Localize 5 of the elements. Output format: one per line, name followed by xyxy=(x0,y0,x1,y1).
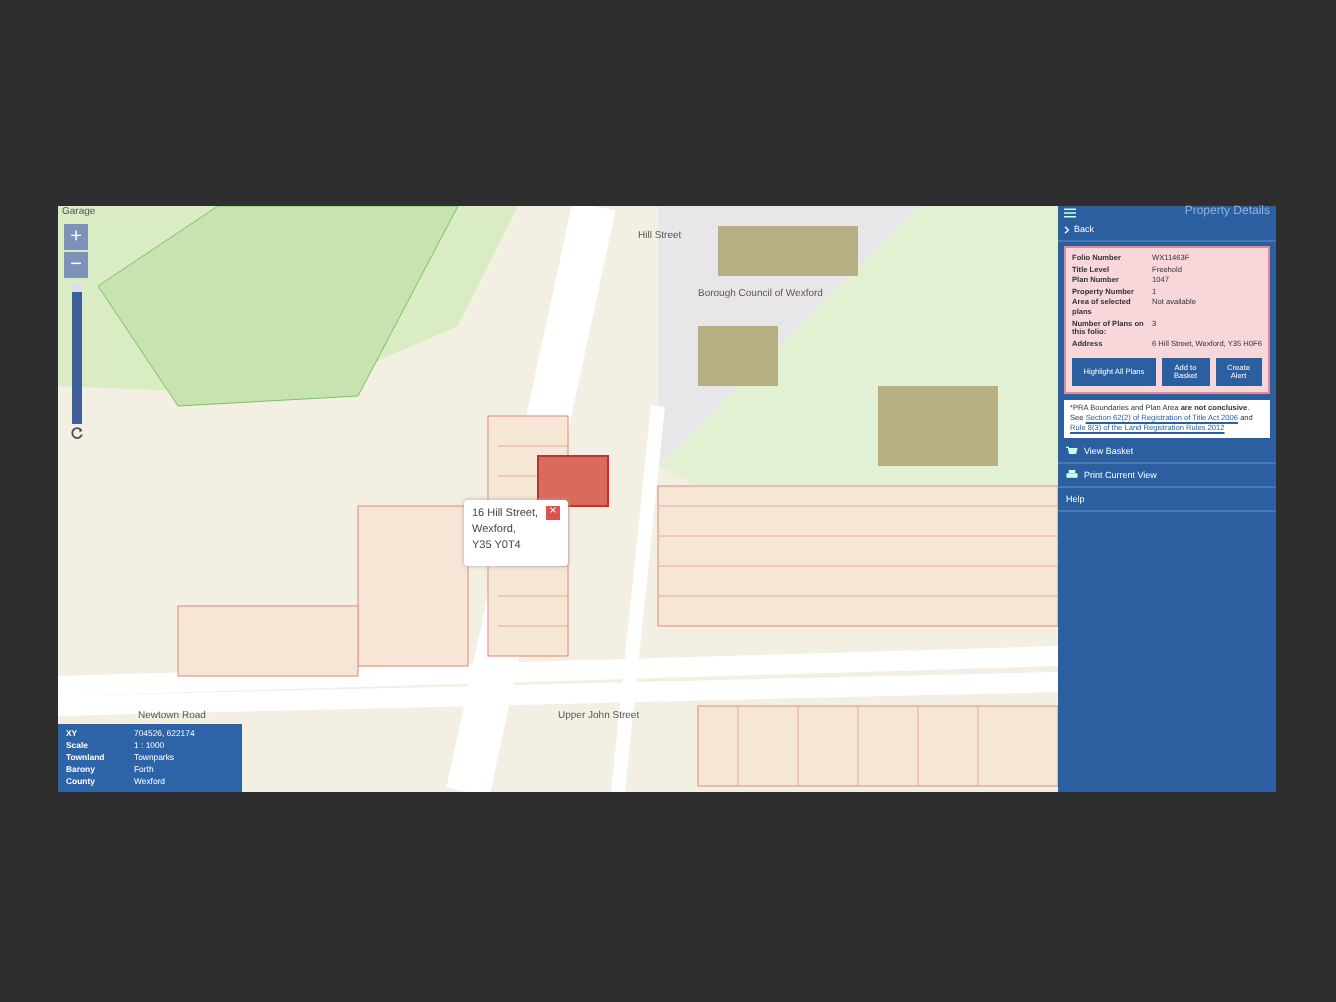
chevron-icon xyxy=(1064,225,1070,233)
menu-icon[interactable] xyxy=(1064,207,1076,217)
printer-icon xyxy=(1066,470,1078,481)
cart-icon xyxy=(1066,446,1078,457)
refresh-icon[interactable] xyxy=(69,426,83,440)
